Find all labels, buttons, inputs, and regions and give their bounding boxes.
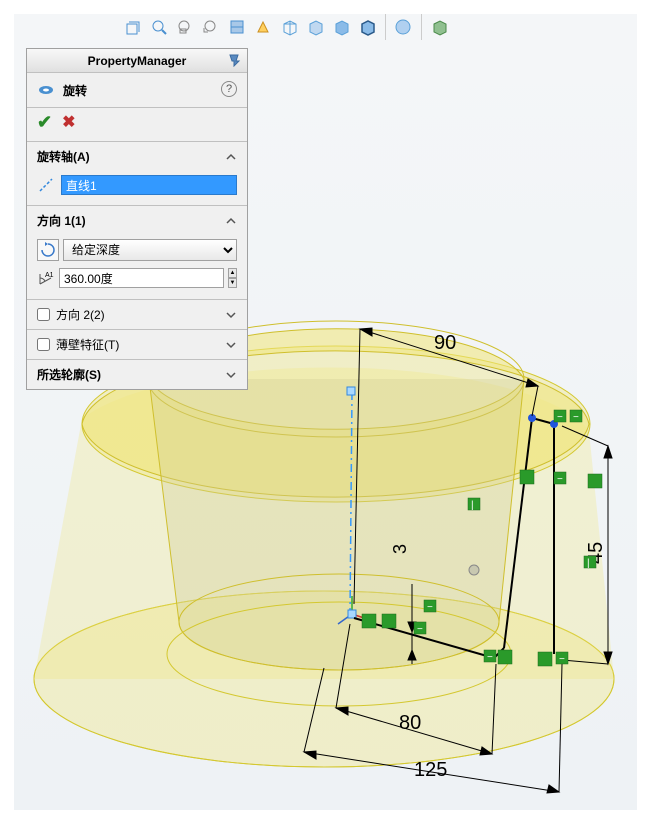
- ok-button[interactable]: ✔: [37, 112, 52, 133]
- axis-selection-input[interactable]: [61, 175, 237, 195]
- zoom-area-button[interactable]: [172, 14, 198, 40]
- zoom-previous-button[interactable]: [198, 14, 224, 40]
- svg-text:−: −: [487, 652, 493, 663]
- section-contours-header[interactable]: 所选轮廓(S): [27, 360, 247, 389]
- dimension-80[interactable]: 80: [399, 712, 421, 734]
- svg-text:−: −: [557, 412, 563, 423]
- direction2-label: 方向 2(2): [56, 306, 105, 323]
- draft-analysis-button[interactable]: [250, 14, 276, 40]
- endpoint-handle[interactable]: [347, 387, 355, 395]
- section-direction2[interactable]: 方向 2(2): [27, 300, 247, 330]
- dimension-125[interactable]: 125: [414, 759, 447, 781]
- toolbar-separator: [416, 14, 422, 40]
- thin-feature-checkbox[interactable]: [37, 338, 50, 351]
- angle-spinner-up[interactable]: ▲: [228, 268, 237, 278]
- panel-title-text: PropertyManager: [88, 54, 187, 68]
- section-thin-feature[interactable]: 薄壁特征(T): [27, 330, 247, 360]
- svg-text:−: −: [427, 602, 433, 613]
- render-button[interactable]: [426, 14, 452, 40]
- feature-name: 旋转: [63, 82, 87, 99]
- dimension-90[interactable]: 90: [434, 332, 456, 354]
- chevron-down-icon: [225, 369, 237, 381]
- apply-scene-button[interactable]: [390, 14, 416, 40]
- panel-title-bar: PropertyManager: [27, 49, 247, 73]
- display-hidden-button[interactable]: [302, 14, 328, 40]
- toolbar-separator: [380, 14, 386, 40]
- confirm-row: ✔ ✖: [27, 108, 247, 142]
- view-orientation-button[interactable]: [120, 14, 146, 40]
- chevron-down-icon: [225, 309, 237, 321]
- revolve-feature-icon: [37, 81, 55, 99]
- section-view-button[interactable]: [224, 14, 250, 40]
- help-icon[interactable]: ?: [221, 81, 237, 97]
- section-axis: 旋转轴(A): [27, 142, 247, 206]
- feature-header: 旋转 ?: [27, 73, 247, 108]
- chevron-up-icon: [225, 215, 237, 227]
- pin-panel-button[interactable]: [225, 51, 243, 69]
- display-shaded-button[interactable]: [328, 14, 354, 40]
- dimension-3[interactable]: 3: [390, 544, 410, 554]
- zoom-fit-button[interactable]: [146, 14, 172, 40]
- svg-text:−: −: [557, 474, 563, 485]
- end-condition-select[interactable]: 给定深度: [63, 239, 237, 261]
- axis-line-icon: [37, 176, 55, 194]
- angle-input[interactable]: [59, 268, 224, 288]
- section-contours-label: 所选轮廓(S): [37, 366, 101, 383]
- svg-text:|: |: [587, 558, 590, 569]
- chevron-down-icon: [225, 339, 237, 351]
- section-contours: 所选轮廓(S): [27, 360, 247, 389]
- section-axis-header[interactable]: 旋转轴(A): [27, 142, 247, 171]
- svg-text:A1: A1: [45, 272, 54, 279]
- section-direction1-label: 方向 1(1): [37, 212, 86, 229]
- display-shaded-edges-button[interactable]: [354, 14, 380, 40]
- display-wireframe-button[interactable]: [276, 14, 302, 40]
- angle-icon: A1: [37, 267, 55, 289]
- view-toolbar: [120, 14, 452, 40]
- angle-spinner: ▲ ▼: [228, 268, 237, 288]
- property-manager-panel: PropertyManager 旋转 ? ✔ ✖ 旋转轴(A): [26, 48, 248, 390]
- direction2-checkbox[interactable]: [37, 308, 50, 321]
- reverse-direction-button[interactable]: [37, 239, 59, 261]
- section-direction1: 方向 1(1) 给定深度 A1 ▲ ▼: [27, 206, 247, 300]
- angle-spinner-down[interactable]: ▼: [228, 278, 237, 288]
- svg-text:−: −: [573, 412, 579, 423]
- chevron-up-icon: [225, 151, 237, 163]
- svg-text:−: −: [417, 624, 423, 635]
- section-direction1-header[interactable]: 方向 1(1): [27, 206, 247, 235]
- svg-text:|: |: [471, 500, 474, 511]
- thin-feature-label: 薄壁特征(T): [56, 336, 119, 353]
- section-axis-label: 旋转轴(A): [37, 148, 90, 165]
- cancel-button[interactable]: ✖: [62, 112, 75, 133]
- svg-text:−: −: [559, 654, 565, 665]
